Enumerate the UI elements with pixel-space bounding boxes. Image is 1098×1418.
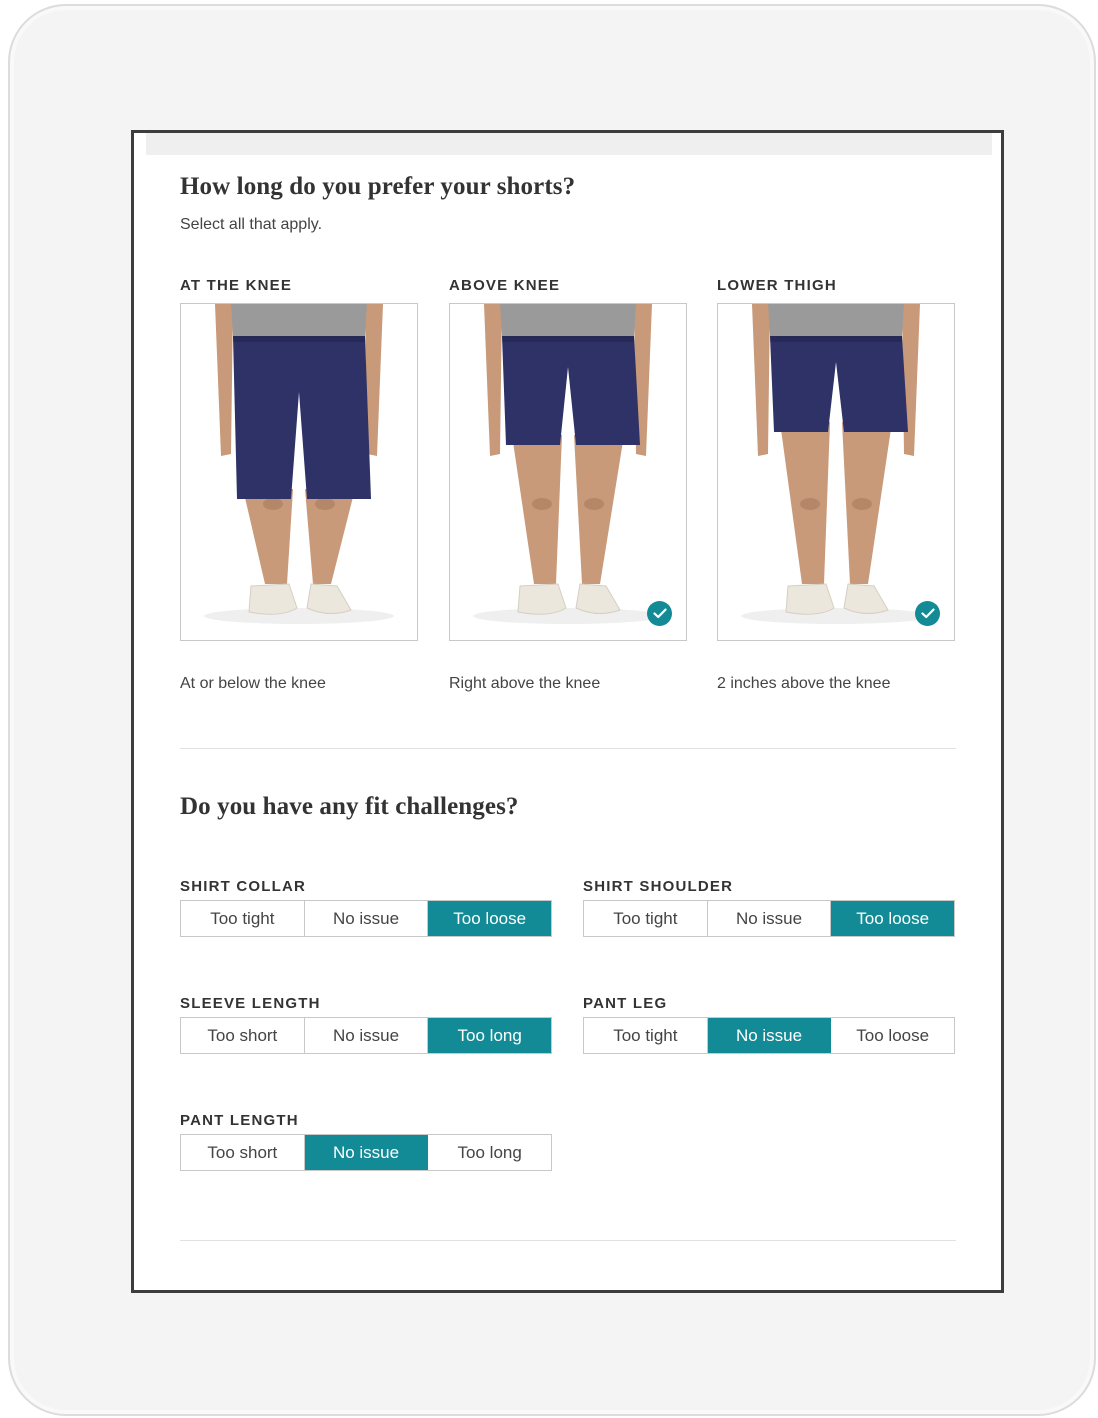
segmented-control: Too tight No issue Too loose bbox=[180, 900, 552, 937]
fit-challenges-title: Do you have any fit challenges? bbox=[180, 793, 519, 820]
top-strip bbox=[146, 133, 992, 155]
shorts-length-title: How long do you prefer your shorts? bbox=[180, 173, 576, 200]
section-divider bbox=[180, 748, 956, 749]
segment-no-issue[interactable]: No issue bbox=[304, 901, 429, 936]
fit-group-label: SLEEVE LENGTH bbox=[180, 995, 321, 1012]
shorts-model-image bbox=[450, 304, 686, 640]
fit-group-shirt-shoulder: SHIRT SHOULDER Too tight No issue Too lo… bbox=[583, 878, 955, 937]
option-description: Right above the knee bbox=[449, 675, 601, 692]
segment-no-issue[interactable]: No issue bbox=[707, 1018, 832, 1053]
segment-too-short[interactable]: Too short bbox=[181, 1018, 305, 1053]
shorts-model-image bbox=[718, 304, 954, 640]
segment-no-issue[interactable]: No issue bbox=[304, 1018, 429, 1053]
tablet-frame: How long do you prefer your shorts? Sele… bbox=[8, 4, 1096, 1416]
segmented-control: Too short No issue Too long bbox=[180, 1134, 552, 1171]
fit-group-pant-length: PANT LENGTH Too short No issue Too long bbox=[180, 1112, 552, 1171]
segment-too-tight[interactable]: Too tight bbox=[584, 901, 708, 936]
option-at-the-knee[interactable]: AT THE KNEE At or below the knee bbox=[180, 277, 418, 692]
option-image-frame bbox=[449, 303, 687, 641]
shorts-length-subtitle: Select all that apply. bbox=[180, 216, 323, 233]
option-image-frame bbox=[717, 303, 955, 641]
fit-group-label: PANT LEG bbox=[583, 995, 668, 1012]
fit-group-label: SHIRT SHOULDER bbox=[583, 878, 734, 895]
option-label: ABOVE KNEE bbox=[449, 277, 561, 294]
segment-too-long[interactable]: Too long bbox=[428, 1135, 552, 1170]
fit-group-pant-leg: PANT LEG Too tight No issue Too loose bbox=[583, 995, 955, 1054]
segmented-control: Too tight No issue Too loose bbox=[583, 900, 955, 937]
segment-too-tight[interactable]: Too tight bbox=[181, 901, 305, 936]
segment-too-short[interactable]: Too short bbox=[181, 1135, 305, 1170]
segment-no-issue[interactable]: No issue bbox=[707, 901, 832, 936]
option-description: 2 inches above the knee bbox=[717, 675, 891, 692]
segment-too-loose[interactable]: Too loose bbox=[831, 901, 955, 936]
checkmark-icon bbox=[915, 601, 940, 626]
option-image-frame bbox=[180, 303, 418, 641]
segment-too-tight[interactable]: Too tight bbox=[584, 1018, 708, 1053]
segmented-control: Too tight No issue Too loose bbox=[583, 1017, 955, 1054]
option-description: At or below the knee bbox=[180, 675, 326, 692]
segment-too-loose[interactable]: Too loose bbox=[428, 901, 552, 936]
section-divider bbox=[180, 1240, 956, 1241]
option-lower-thigh[interactable]: LOWER THIGH 2 inches above the knee bbox=[717, 277, 955, 692]
fit-group-shirt-collar: SHIRT COLLAR Too tight No issue Too loos… bbox=[180, 878, 552, 937]
segment-no-issue[interactable]: No issue bbox=[304, 1135, 429, 1170]
segmented-control: Too short No issue Too long bbox=[180, 1017, 552, 1054]
shorts-model-image bbox=[181, 304, 417, 640]
option-label: AT THE KNEE bbox=[180, 277, 293, 294]
fit-group-sleeve-length: SLEEVE LENGTH Too short No issue Too lon… bbox=[180, 995, 552, 1054]
checkmark-icon bbox=[647, 601, 672, 626]
option-label: LOWER THIGH bbox=[717, 277, 837, 294]
fit-group-label: PANT LENGTH bbox=[180, 1112, 299, 1129]
option-above-knee[interactable]: ABOVE KNEE Right above the knee bbox=[449, 277, 687, 692]
fit-group-label: SHIRT COLLAR bbox=[180, 878, 307, 895]
segment-too-loose[interactable]: Too loose bbox=[831, 1018, 955, 1053]
segment-too-long[interactable]: Too long bbox=[428, 1018, 552, 1053]
tablet-screen: How long do you prefer your shorts? Sele… bbox=[131, 130, 1004, 1293]
